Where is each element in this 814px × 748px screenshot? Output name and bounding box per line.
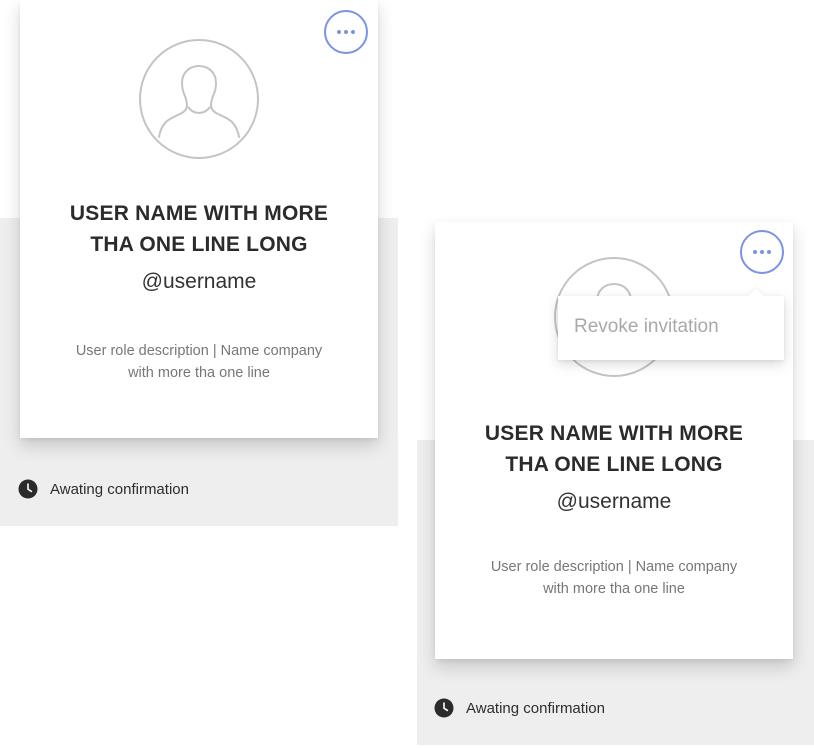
user-handle: @username	[556, 490, 672, 513]
user-name: USER NAME WITH MORE THA ONE LINE LONG	[36, 198, 362, 260]
avatar	[138, 38, 260, 160]
user-role-line: User role description | Name company	[75, 343, 323, 359]
ellipsis-icon	[753, 250, 771, 254]
user-role-line: with more tha one line	[543, 581, 685, 597]
user-role-description: User role description | Name company wit…	[447, 556, 781, 600]
clock-icon	[434, 698, 454, 718]
invitation-cards-stage: USER NAME WITH MORE THA ONE LINE LONG @u…	[0, 0, 814, 748]
user-role-description: User role description | Name company wit…	[32, 340, 366, 384]
options-dropdown: Revoke invitation	[558, 296, 784, 360]
user-handle: @username	[141, 270, 257, 293]
more-options-button[interactable]	[324, 10, 368, 54]
more-options-button[interactable]	[740, 230, 784, 274]
user-silhouette-icon	[139, 39, 259, 159]
user-name-line: USER NAME WITH MORE	[69, 202, 329, 225]
user-role-line: with more tha one line	[128, 365, 270, 381]
status-row: Awating confirmation	[434, 698, 605, 718]
clock-icon	[18, 479, 38, 499]
ellipsis-icon	[337, 30, 355, 34]
status-row: Awating confirmation	[18, 479, 189, 499]
user-card: USER NAME WITH MORE THA ONE LINE LONG @u…	[20, 0, 378, 438]
status-label: Awating confirmation	[50, 480, 189, 498]
user-name-line: THA ONE LINE LONG	[90, 233, 308, 256]
user-name-line: THA ONE LINE LONG	[505, 453, 723, 476]
user-role-line: User role description | Name company	[490, 559, 738, 575]
user-name-line: USER NAME WITH MORE	[484, 422, 744, 445]
user-name: USER NAME WITH MORE THA ONE LINE LONG	[451, 418, 777, 480]
status-label: Awating confirmation	[466, 699, 605, 717]
user-card: USER NAME WITH MORE THA ONE LINE LONG @u…	[435, 222, 793, 659]
revoke-invitation-menu-item[interactable]: Revoke invitation	[574, 316, 719, 338]
